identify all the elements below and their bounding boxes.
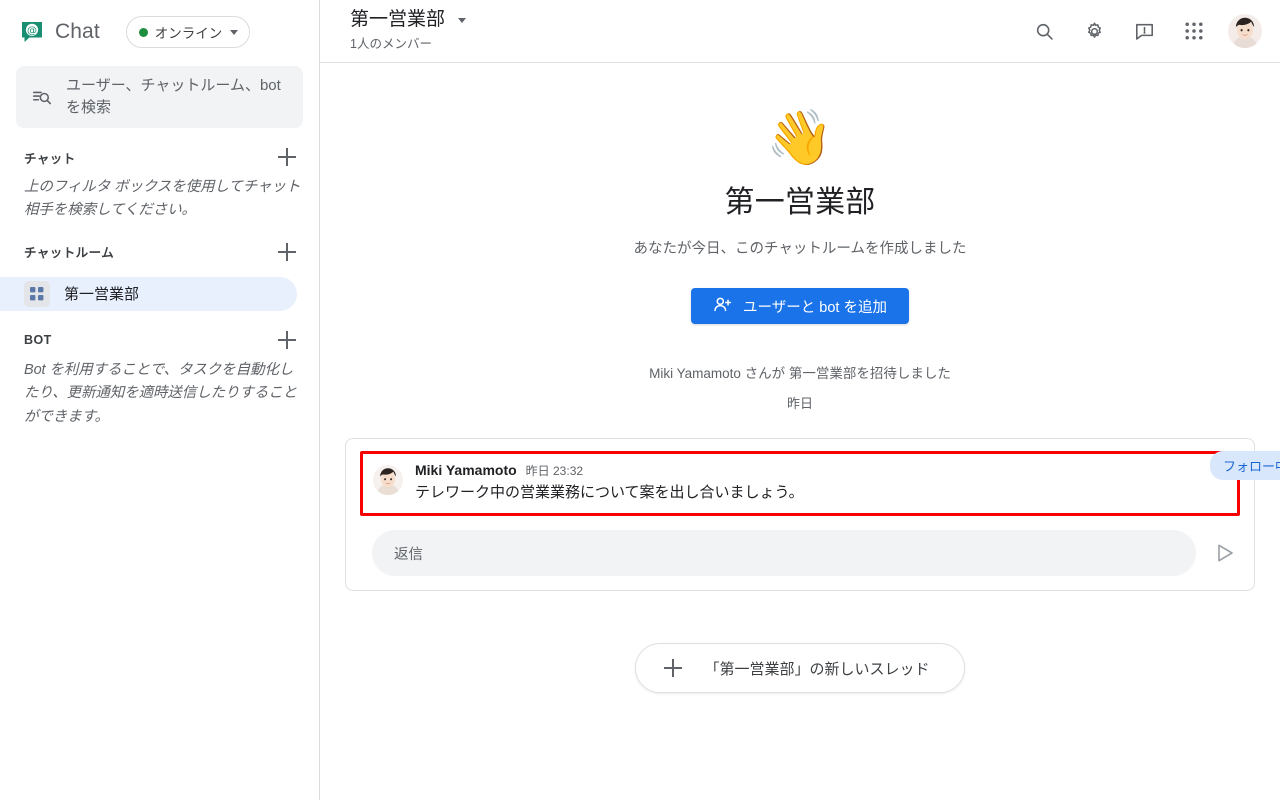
sidebar-item-room-dai-ichi-eigyobu[interactable]: 第一営業部 <box>0 276 297 311</box>
search-filter-icon <box>30 86 54 108</box>
day-divider-label: 昨日 <box>786 396 813 411</box>
room-header: 第一営業部 1人のメンバー <box>350 9 467 52</box>
reply-placeholder: 返信 <box>394 546 423 563</box>
status-selector[interactable]: オンライン <box>125 16 251 48</box>
main-panel: 第一営業部 1人のメンバー 👋 第一営業部 あなたが今日、このチャットルームを作… <box>320 0 1280 800</box>
section-title-rooms: チャットルーム <box>24 246 115 261</box>
top-bar-actions <box>1024 11 1262 51</box>
thread-card: Miki Yamamoto 昨日 23:32 テレワーク中の営業業務について案を… <box>345 438 1280 592</box>
room-content: 👋 第一営業部 あなたが今日、このチャットルームを作成しました ユーザーと bo… <box>320 63 1280 800</box>
add-person-icon <box>713 295 732 318</box>
message-meta: Miki Yamamoto 昨日 23:32 <box>415 462 1231 479</box>
new-thread-button[interactable]: 「第一営業部」の新しいスレッド <box>635 643 965 694</box>
send-icon[interactable] <box>1210 538 1240 568</box>
section-header-rooms: チャットルーム <box>0 235 319 269</box>
apps-grid-icon[interactable] <box>1174 11 1214 51</box>
section-title-chats: チャット <box>24 151 76 166</box>
add-bot-button[interactable] <box>275 328 299 352</box>
message-avatar <box>373 465 403 495</box>
sidebar: @ Chat オンライン ユーザー、チャットルーム、bot を検索 チャット 上… <box>0 0 320 800</box>
room-title-row[interactable]: 第一営業部 <box>350 9 467 31</box>
sidebar-header: @ Chat オンライン <box>0 0 319 64</box>
welcome-subtitle: あなたが今日、このチャットルームを作成しました <box>633 241 967 257</box>
section-note-chats: 上のフィルタ ボックスを使用してチャット相手を検索してください。 <box>24 179 301 219</box>
status-badge-following[interactable]: フォロー中 <box>1209 451 1280 480</box>
room-member-count: 1人のメンバー <box>350 36 432 51</box>
search-icon[interactable] <box>1024 11 1064 51</box>
brand-name: Chat <box>55 20 100 43</box>
account-avatar[interactable] <box>1228 14 1262 48</box>
section-header-chats: チャット <box>0 140 319 174</box>
add-people-and-bots-label: ユーザーと bot を追加 <box>743 299 887 316</box>
message-text: テレワーク中の営業業務について案を出し合いましょう。 <box>415 484 804 501</box>
reply-input[interactable]: 返信 <box>372 530 1196 577</box>
chat-app: @ Chat オンライン ユーザー、チャットルーム、bot を検索 チャット 上… <box>0 0 1280 800</box>
search-placeholder: ユーザー、チャットルーム、bot を検索 <box>66 77 281 116</box>
add-room-button[interactable] <box>275 240 299 264</box>
add-chat-button[interactable] <box>275 145 299 169</box>
feedback-icon[interactable] <box>1124 11 1164 51</box>
svg-text:@: @ <box>27 26 37 37</box>
welcome-title: 第一営業部 <box>724 186 876 219</box>
reply-row: 返信 <box>360 530 1240 577</box>
room-label: 第一営業部 <box>64 286 140 304</box>
page-title: 第一営業部 <box>350 9 446 31</box>
status-label: オンライン <box>154 26 223 41</box>
waving-hand-icon: 👋 <box>766 108 834 168</box>
add-people-and-bots-button[interactable]: ユーザーと bot を追加 <box>691 288 909 324</box>
gear-icon[interactable] <box>1074 11 1114 51</box>
top-bar: 第一営業部 1人のメンバー <box>320 0 1280 63</box>
search-input[interactable]: ユーザー、チャットルーム、bot を検索 <box>16 66 303 128</box>
chat-at-logo-icon: @ <box>18 18 46 46</box>
new-thread-label: 「第一営業部」の新しいスレッド <box>704 660 930 678</box>
section-title-bots: BOT <box>24 332 52 347</box>
plus-icon <box>664 659 683 678</box>
chevron-down-icon <box>230 29 239 35</box>
message-author: Miki Yamamoto <box>415 462 517 478</box>
invite-system-message: Miki Yamamoto さんが 第一営業部を招待しました <box>649 366 951 381</box>
highlighted-message[interactable]: Miki Yamamoto 昨日 23:32 テレワーク中の営業業務について案を… <box>360 451 1280 517</box>
message-timestamp: 昨日 23:32 <box>525 464 584 478</box>
brand: @ Chat <box>18 18 100 46</box>
section-note-bots: Bot を利用することで、タスクを自動化したり、更新通知を適時送信したりすること… <box>24 361 298 425</box>
room-grid-icon <box>24 280 50 307</box>
message-body: Miki Yamamoto 昨日 23:32 テレワーク中の営業業務について案を… <box>415 462 1231 503</box>
section-header-bots: BOT <box>0 323 319 357</box>
chevron-down-icon[interactable] <box>458 17 467 23</box>
status-dot-icon <box>138 27 148 37</box>
